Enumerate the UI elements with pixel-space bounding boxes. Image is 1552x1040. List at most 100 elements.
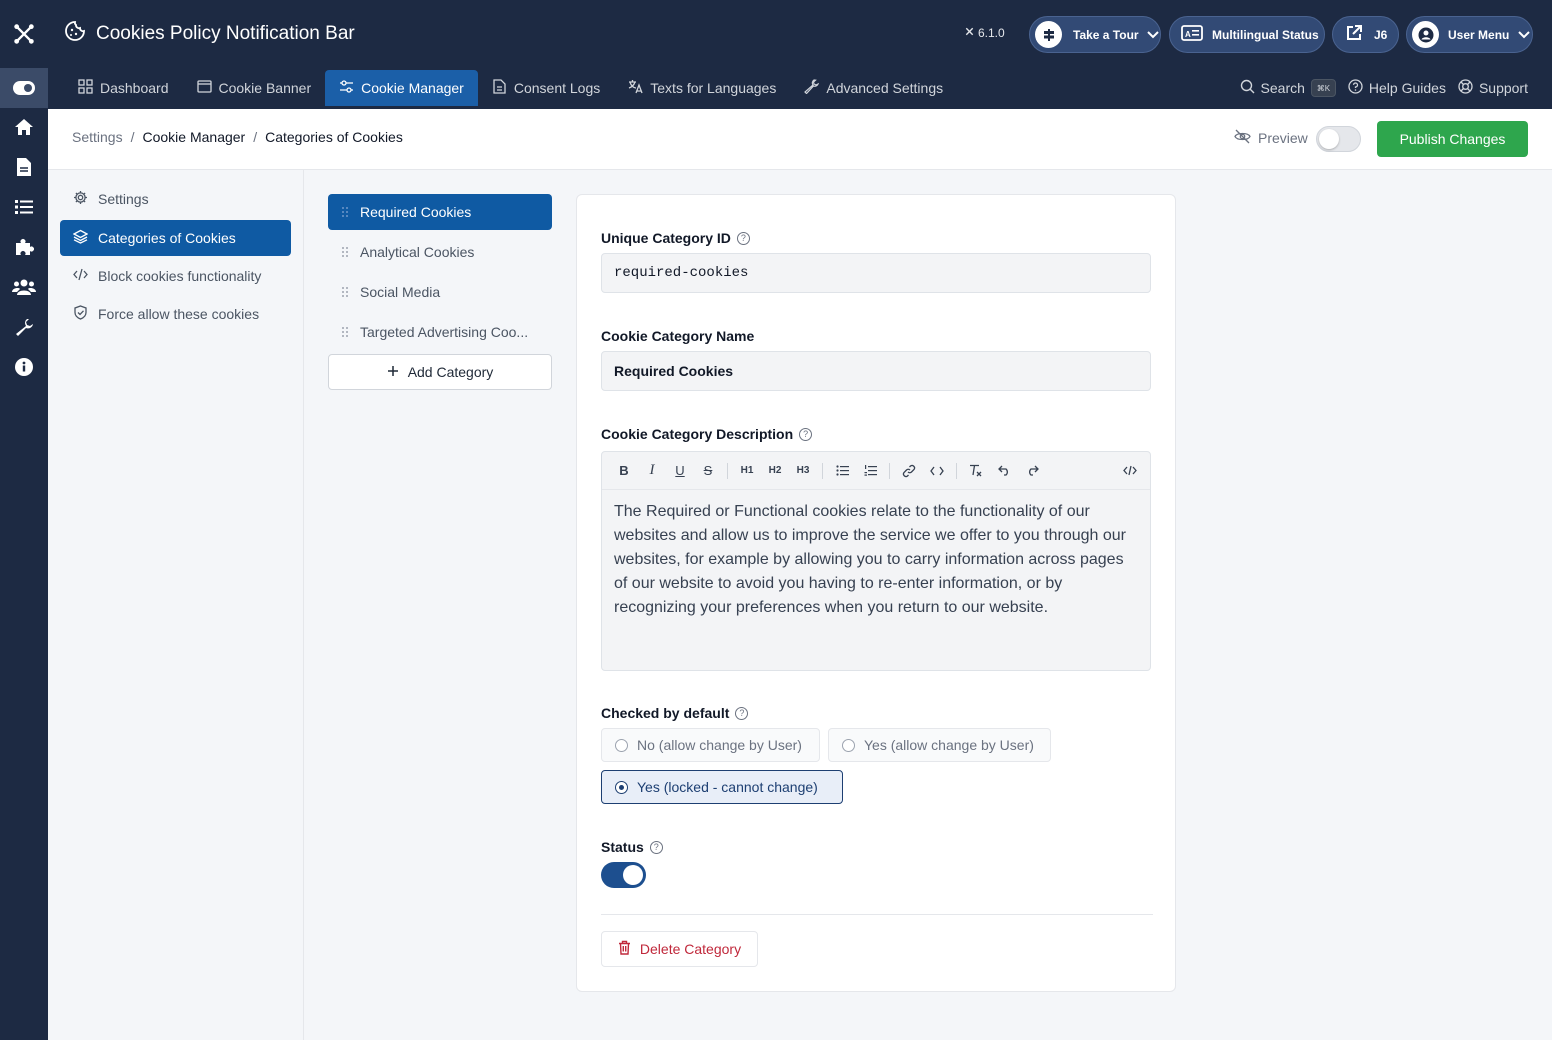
radio-yes-allow-change[interactable]: Yes (allow change by User): [828, 728, 1051, 762]
tab-cookie-manager[interactable]: Cookie Manager: [325, 70, 478, 106]
list-icon[interactable]: [0, 187, 48, 227]
wrench-icon[interactable]: [0, 307, 48, 347]
link-icon[interactable]: [895, 459, 923, 483]
radio-label: No (allow change by User): [637, 737, 802, 753]
strikethrough-icon[interactable]: S: [694, 459, 722, 483]
breadcrumb-separator: /: [253, 129, 258, 145]
underline-icon[interactable]: U: [666, 459, 694, 483]
sidebar-item-categories[interactable]: Categories of Cookies: [60, 220, 291, 256]
tab-cookie-banner-label: Cookie Banner: [218, 80, 312, 96]
file-icon[interactable]: [0, 147, 48, 187]
users-icon[interactable]: [0, 267, 48, 307]
signpost-icon: [1035, 21, 1062, 48]
home-icon[interactable]: [0, 107, 48, 147]
help-icon[interactable]: ?: [736, 231, 750, 245]
tab-dashboard[interactable]: Dashboard: [64, 70, 183, 106]
take-tour-button[interactable]: Take a Tour: [1029, 16, 1161, 53]
help-icon[interactable]: ?: [799, 427, 813, 441]
preview-toggle[interactable]: [1316, 126, 1361, 152]
puzzle-icon[interactable]: [0, 227, 48, 267]
language-card-icon: A: [1181, 25, 1203, 44]
status-toggle-knob: [623, 865, 643, 885]
sidebar-item-settings[interactable]: Settings: [60, 181, 291, 217]
category-item-label: Targeted Advertising Coo...: [360, 324, 529, 340]
tab-texts-for-languages-label: Texts for Languages: [650, 80, 777, 96]
support-button[interactable]: Support: [1458, 79, 1528, 97]
user-menu-button[interactable]: User Menu: [1406, 16, 1533, 53]
radio-circle: [842, 738, 855, 752]
external-link-icon: [1345, 24, 1363, 45]
nav-right-tools: Search ⌘K Help Guides Support: [1240, 70, 1528, 106]
clear-format-icon[interactable]: [962, 459, 990, 483]
category-item-analytical[interactable]: Analytical Cookies: [328, 234, 552, 270]
drag-handle-icon[interactable]: [342, 207, 348, 217]
source-code-icon[interactable]: [1116, 459, 1144, 483]
radio-label: Yes (allow change by User): [864, 737, 1034, 753]
category-item-label: Required Cookies: [360, 204, 472, 220]
preview-toggle-knob: [1319, 129, 1339, 149]
joomla-logo-icon[interactable]: [0, 14, 48, 54]
preview-text: Preview: [1258, 130, 1308, 146]
redo-icon[interactable]: [1018, 459, 1046, 483]
status-label-text: Status: [601, 839, 644, 855]
tab-texts-for-languages[interactable]: Texts for Languages: [614, 70, 790, 106]
document-icon: [492, 79, 507, 97]
window-icon: [196, 79, 212, 97]
breadcrumb-cookie-manager[interactable]: Cookie Manager: [142, 129, 245, 145]
tab-cookie-banner[interactable]: Cookie Banner: [183, 70, 326, 106]
multilingual-status-button[interactable]: A Multilingual Status: [1169, 16, 1325, 53]
toggle-icon[interactable]: [0, 68, 48, 108]
bullet-list-icon[interactable]: [828, 459, 856, 483]
category-item-social-media[interactable]: Social Media: [328, 274, 552, 310]
category-name-field[interactable]: Required Cookies: [601, 351, 1151, 391]
settings-sidebar: Settings Categories of Cookies Block coo…: [48, 170, 304, 1040]
app-title: Cookies Policy Notification Bar: [64, 19, 355, 49]
search-button[interactable]: Search ⌘K: [1240, 79, 1336, 97]
site-link-button[interactable]: J6: [1332, 16, 1399, 53]
heading3-icon[interactable]: H3: [789, 459, 817, 483]
main-nav: Dashboard Cookie Banner Cookie Manager C…: [64, 70, 957, 106]
italic-icon[interactable]: I: [638, 459, 666, 483]
help-guides-button[interactable]: Help Guides: [1348, 79, 1446, 97]
radio-yes-locked[interactable]: Yes (locked - cannot change): [601, 770, 843, 804]
radio-no-allow-change[interactable]: No (allow change by User): [601, 728, 820, 762]
breadcrumb-settings[interactable]: Settings: [72, 129, 123, 145]
sidebar-item-label: Force allow these cookies: [98, 306, 260, 322]
sidebar-item-label: Block cookies functionality: [98, 268, 262, 284]
radio-label: Yes (locked - cannot change): [637, 779, 818, 795]
bold-icon[interactable]: B: [610, 459, 638, 483]
version-label: 6.1.0: [964, 26, 1005, 40]
info-icon[interactable]: [0, 347, 48, 387]
code-inline-icon[interactable]: [923, 459, 951, 483]
unique-id-field[interactable]: required-cookies: [601, 253, 1151, 293]
breadcrumb-current: Categories of Cookies: [265, 129, 403, 145]
chevron-down-icon: [1518, 28, 1531, 42]
tab-cookie-manager-label: Cookie Manager: [361, 80, 464, 96]
add-category-button[interactable]: Add Category: [328, 354, 552, 390]
drag-handle-icon[interactable]: [342, 247, 348, 257]
undo-icon[interactable]: [990, 459, 1018, 483]
heading2-icon[interactable]: H2: [761, 459, 789, 483]
help-icon[interactable]: ?: [735, 706, 749, 720]
description-text[interactable]: The Required or Functional cookies relat…: [602, 490, 1150, 630]
version-text: 6.1.0: [978, 26, 1005, 40]
heading1-icon[interactable]: H1: [733, 459, 761, 483]
delete-category-button[interactable]: Delete Category: [601, 931, 758, 967]
category-description-label-text: Cookie Category Description: [601, 426, 794, 442]
search-label: Search: [1260, 80, 1305, 96]
publish-changes-button[interactable]: Publish Changes: [1377, 121, 1528, 157]
toolbar-divider: [822, 462, 823, 479]
drag-handle-icon[interactable]: [342, 287, 348, 297]
tab-consent-logs[interactable]: Consent Logs: [478, 70, 614, 106]
checked-by-default-label-text: Checked by default: [601, 705, 730, 721]
sidebar-item-force-allow[interactable]: Force allow these cookies: [60, 296, 291, 332]
status-toggle[interactable]: [601, 862, 646, 888]
category-item-required[interactable]: Required Cookies: [328, 194, 552, 230]
tab-advanced-settings[interactable]: Advanced Settings: [790, 70, 957, 106]
sidebar-item-block-cookies[interactable]: Block cookies functionality: [60, 258, 291, 294]
drag-handle-icon[interactable]: [342, 327, 348, 337]
numbered-list-icon[interactable]: [856, 459, 884, 483]
gear-icon: [73, 190, 88, 208]
help-icon[interactable]: ?: [649, 840, 663, 854]
category-item-targeted-advertising[interactable]: Targeted Advertising Coo...: [328, 314, 552, 350]
